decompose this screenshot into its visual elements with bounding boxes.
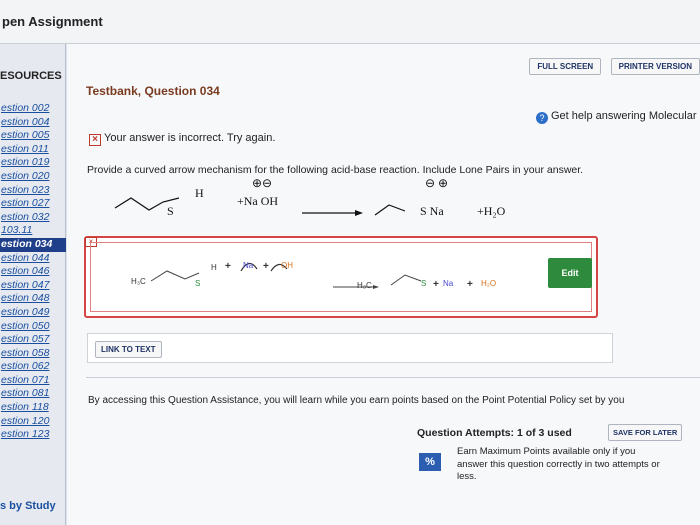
product-charges: ⊖ ⊕ bbox=[425, 176, 449, 190]
sidebar-question-link[interactable]: estion 081 bbox=[0, 387, 66, 401]
sidebar-question-link[interactable]: estion 023 bbox=[0, 184, 66, 198]
h3c-right-label: H₃C bbox=[357, 281, 372, 290]
printer-version-button[interactable]: PRINTER VERSION bbox=[610, 58, 700, 75]
sidebar-question-link[interactable]: estion 050 bbox=[0, 320, 66, 334]
incorrect-text: Your answer is incorrect. Try again. bbox=[104, 132, 276, 144]
sulfur-label: S bbox=[167, 204, 174, 218]
sidebar-question-link[interactable]: estion 032 bbox=[0, 211, 66, 225]
incorrect-icon: × bbox=[89, 134, 101, 146]
sidebar-question-link[interactable]: 103.11 bbox=[0, 224, 66, 238]
incorrect-message: × Your answer is incorrect. Try again. bbox=[89, 132, 275, 146]
sidebar-heading: ESOURCES bbox=[0, 70, 62, 82]
sidebar-question-link[interactable]: estion 049 bbox=[0, 306, 66, 320]
answer-drawing bbox=[150, 262, 422, 289]
sidebar-footer-link[interactable]: s by Study bbox=[0, 500, 56, 512]
link-to-text-panel: LINK TO TEXT bbox=[87, 333, 613, 363]
save-for-later-button[interactable]: SAVE FOR LATER bbox=[608, 424, 683, 441]
sidebar-question-link[interactable]: estion 048 bbox=[0, 292, 66, 306]
water-label: +H₂O bbox=[477, 204, 506, 218]
edit-button[interactable]: Edit bbox=[548, 258, 592, 288]
answer-box[interactable]: × H₃C S H + Na + OH H₃C S + Na + H₂O bbox=[84, 236, 598, 318]
reagent-charges: ⊕⊖ bbox=[252, 176, 273, 190]
sidebar-question-link[interactable]: estion 011 bbox=[0, 143, 66, 157]
sidebar-question-link[interactable]: estion 044 bbox=[0, 252, 66, 266]
full-screen-button[interactable]: FULL SCREEN bbox=[529, 58, 602, 75]
s-label: S bbox=[195, 279, 201, 288]
plus-sign-1: + bbox=[225, 261, 231, 272]
answer-canvas[interactable]: H₃C S H + Na + OH H₃C S + Na + H₂O bbox=[90, 242, 592, 312]
top-buttons: FULL SCREEN PRINTER VERSION bbox=[524, 56, 700, 75]
sidebar-question-link[interactable]: estion 020 bbox=[0, 170, 66, 184]
page-title: pen Assignment bbox=[2, 14, 103, 29]
oh-label: OH bbox=[281, 261, 293, 270]
policy-text: By accessing this Question Assistance, y… bbox=[88, 395, 625, 406]
sidebar: ESOURCES estion 002 estion 004 estion 005 e… bbox=[0, 44, 66, 525]
earn-points-text: Earn Maximum Points available only if yo… bbox=[457, 446, 660, 482]
help-icon: ? bbox=[536, 112, 548, 124]
hydrogen-label: H bbox=[195, 186, 204, 200]
help-text: Get help answering Molecular bbox=[551, 110, 697, 122]
na-right-label: Na bbox=[443, 279, 454, 288]
sidebar-question-link[interactable]: estion 019 bbox=[0, 156, 66, 170]
question-title: Testbank, Question 034 bbox=[86, 84, 220, 98]
plus-sign-4: + bbox=[467, 279, 473, 290]
question-prompt: Provide a curved arrow mechanism for the… bbox=[87, 164, 584, 176]
sidebar-question-link[interactable]: estion 062 bbox=[0, 360, 66, 374]
help-link[interactable]: ? Get help answering Molecular bbox=[536, 110, 697, 124]
sidebar-question-link[interactable]: estion 071 bbox=[0, 374, 66, 388]
divider bbox=[86, 377, 700, 378]
percent-badge-icon: % bbox=[419, 453, 441, 471]
sidebar-question-link[interactable]: estion 034 bbox=[0, 237, 66, 252]
sidebar-question-link[interactable]: estion 123 bbox=[0, 428, 66, 442]
question-list: estion 002 estion 004 estion 005 estion 011… bbox=[0, 102, 66, 442]
sidebar-question-link[interactable]: estion 057 bbox=[0, 333, 66, 347]
water-right-label: H₂O bbox=[481, 279, 497, 288]
sidebar-question-link[interactable]: estion 047 bbox=[0, 279, 66, 293]
sidebar-question-link[interactable]: estion 005 bbox=[0, 129, 66, 143]
sidebar-question-link[interactable]: estion 004 bbox=[0, 116, 66, 130]
top-bar: pen Assignment bbox=[0, 0, 700, 44]
na-label: Na bbox=[243, 261, 254, 270]
h3c-label: H₃C bbox=[131, 277, 146, 286]
s-right-label: S bbox=[421, 279, 427, 288]
sidebar-question-link[interactable]: estion 120 bbox=[0, 415, 66, 429]
sidebar-question-link[interactable]: estion 027 bbox=[0, 197, 66, 211]
sidebar-question-link[interactable]: estion 118 bbox=[0, 401, 66, 415]
link-to-text-button[interactable]: LINK TO TEXT bbox=[95, 341, 162, 358]
main-panel: FULL SCREEN PRINTER VERSION Testbank, Qu… bbox=[67, 44, 700, 525]
sidebar-question-link[interactable]: estion 002 bbox=[0, 102, 66, 116]
plus-sign-2: + bbox=[263, 261, 269, 272]
sidebar-question-link[interactable]: estion 046 bbox=[0, 265, 66, 279]
reaction-scheme: H S ⊕⊖ +Na OH ⊖ ⊕ S Na +H₂O bbox=[107, 176, 547, 230]
plus-sign-3: + bbox=[433, 279, 439, 290]
h-label: H bbox=[211, 263, 217, 272]
sidebar-question-link[interactable]: estion 058 bbox=[0, 347, 66, 361]
reagent-label: +Na OH bbox=[237, 194, 279, 208]
attempts-label: Question Attempts: 1 of 3 used bbox=[417, 427, 572, 439]
product-label: S Na bbox=[420, 204, 444, 218]
